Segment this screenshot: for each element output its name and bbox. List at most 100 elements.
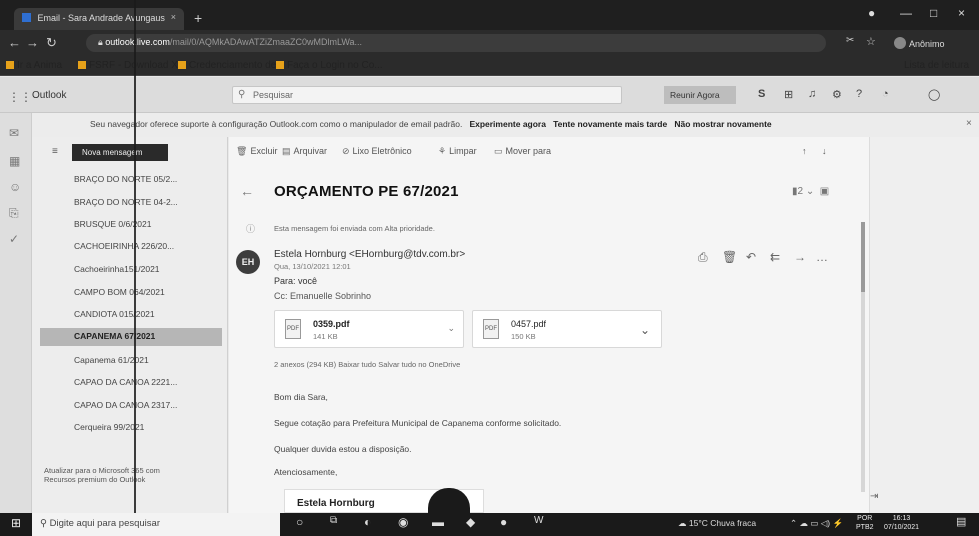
new-message-button[interactable]: Nova mensagem [72, 144, 168, 161]
archive-button[interactable]: ▤ Arquivar [282, 146, 327, 157]
tab-close-icon[interactable]: × [171, 12, 176, 22]
attachment-summary[interactable]: 2 anexos (294 KB) Baixar tudo Salvar tud… [274, 360, 460, 369]
mail-icon[interactable]: ✉ [9, 126, 19, 140]
delete-button[interactable]: 🗑︎ Excluir [236, 146, 277, 157]
folder-item[interactable]: BRAÇO DO NORTE 04-2... [74, 194, 214, 212]
app-icon[interactable]: ◆ [466, 515, 475, 529]
back-arrow-icon[interactable]: ← [8, 35, 21, 50]
outlook-favicon-icon [22, 13, 31, 22]
people-icon[interactable]: ☺ [9, 180, 21, 194]
search-input[interactable]: ⚲ Pesquisar [232, 86, 622, 104]
extension-icon[interactable]: ✂ [846, 35, 854, 46]
folder-item[interactable]: CAMPO BOM 064/2021 [74, 284, 214, 302]
app-name[interactable]: Outlook [32, 90, 66, 101]
windows-logo-icon[interactable]: ⊞ [11, 516, 21, 530]
skype-icon[interactable]: S [758, 88, 765, 100]
edge-icon[interactable]: ◐ [364, 515, 371, 529]
todo-icon[interactable]: ✓ [9, 232, 19, 246]
taskbar-clock[interactable]: 16:13 07/10/2021 [884, 514, 919, 532]
window-profile-icon[interactable]: ● [868, 6, 875, 20]
word-icon[interactable]: W [534, 515, 543, 526]
settings-gear-icon[interactable]: ⚙ [832, 88, 842, 101]
folder-item[interactable]: CANDIOTA 015/2021 [74, 306, 214, 324]
attachment-icon[interactable]: ⎘ [9, 206, 19, 221]
folder-item[interactable]: BRUSQUE 0/6/2021 [74, 216, 214, 234]
weather-widget[interactable]: ☁ 15°C Chuva fraca [678, 518, 756, 529]
sender-avatar[interactable]: EH [236, 250, 260, 274]
banner-text: Seu navegador oferece suporte à configur… [90, 119, 463, 129]
window-close-button[interactable]: × [958, 6, 965, 20]
back-arrow-icon[interactable]: ← [240, 183, 254, 199]
reply-icon[interactable]: ↶ [746, 250, 756, 264]
folder-item[interactable]: Cerqueira 99/2021 [74, 419, 214, 437]
calendar-icon[interactable]: ▦ [9, 154, 20, 168]
folder-item[interactable]: Capanema 61/2021 [74, 352, 214, 370]
folder-item[interactable]: CAPANEMA 67/2021 [40, 328, 222, 346]
language-indicator[interactable]: POR PTB2 [856, 514, 874, 532]
profile-button[interactable]: Anônimo [894, 34, 974, 52]
window-minimize-button[interactable]: — [900, 6, 912, 20]
folder-item[interactable]: BRAÇO DO NORTE 05/2... [74, 171, 214, 189]
previous-message-icon[interactable]: ↑ [802, 146, 807, 156]
move-to-button[interactable]: ▭ Mover para [494, 146, 551, 157]
system-tray-icons[interactable]: ⌃ ☁ ▭ ◁) ⚡ [790, 518, 843, 529]
scrollbar-thumb[interactable] [861, 222, 865, 292]
more-actions-icon[interactable]: … [816, 250, 828, 264]
hamburger-menu-icon[interactable]: ≡ [52, 146, 58, 157]
meet-now-button[interactable]: Reunir Agora [664, 86, 736, 104]
print-message-icon[interactable]: ⎙ [698, 250, 708, 265]
sender-name[interactable]: Estela Hornburg <EHornburg@tdv.com.br> [274, 249, 465, 260]
notification-center-icon[interactable]: ▤ [956, 515, 966, 528]
bookmark-item[interactable]: Faça o Login no Co... [276, 60, 383, 71]
reading-list-button[interactable]: Lista de leitura [904, 60, 969, 71]
account-icon[interactable]: ◯ [928, 88, 940, 101]
right-side-pane [869, 137, 979, 513]
forward-icon[interactable]: → [794, 250, 806, 264]
new-tab-button[interactable]: + [194, 10, 202, 26]
file-explorer-icon[interactable]: ▬ [432, 515, 444, 529]
bookmark-item[interactable]: Ir a Anima [6, 60, 62, 71]
forward-arrow-icon[interactable]: → [26, 35, 39, 50]
folder-item[interactable]: CAPAO DA CANOA 2221... [74, 374, 214, 392]
message-count-badge[interactable]: ▮2 ⌄ ▣ [792, 186, 829, 197]
notifications-icon[interactable]: ♫ [808, 88, 816, 100]
help-icon[interactable]: ? [856, 88, 862, 100]
whats-new-icon[interactable]: ◔ [882, 88, 889, 100]
browser-tab[interactable]: Email - Sara Andrade Avungaus × [14, 8, 184, 30]
banner-never-link[interactable]: Não mostrar novamente [674, 119, 771, 129]
window-maximize-button[interactable]: □ [930, 6, 937, 20]
banner-close-icon[interactable]: × [966, 118, 972, 129]
folder-item[interactable]: CAPAO DA CANOA 2317... [74, 397, 214, 415]
app-icon[interactable]: ● [500, 515, 507, 529]
reload-icon[interactable]: ↻ [46, 35, 57, 51]
premium-promo[interactable]: Atualizar para o Microsoft 365 com Recur… [44, 466, 164, 484]
banner-try-link[interactable]: Experimente agora [469, 119, 546, 129]
chrome-icon[interactable]: ◉ [398, 515, 408, 529]
next-message-icon[interactable]: ↓ [822, 146, 827, 156]
attachment-card[interactable]: PDF 0457.pdf 150 KB [472, 310, 662, 348]
url-path: /mail/0/AQMkADAwATZiZmaaZC0wMDlmLWa... [169, 37, 363, 47]
attachment-card[interactable]: PDF 0359.pdf 141 KB ⌄ [274, 310, 464, 348]
attachment-menu-icon[interactable]: ⌄ [447, 323, 455, 334]
star-icon[interactable]: ☆ [866, 35, 876, 48]
banner-later-link[interactable]: Tente novamente mais tarde [553, 119, 667, 129]
folder-item[interactable]: CACHOEIRINHA 226/20... [74, 238, 214, 256]
reply-all-icon[interactable]: ⇇ [770, 250, 780, 264]
app-launcher-icon[interactable]: ⋮⋮ [8, 90, 32, 104]
print-icon[interactable]: ▣ [820, 186, 829, 197]
delete-message-icon[interactable]: 🗑︎ [722, 250, 737, 264]
teams-icon[interactable]: ⊞ [784, 88, 793, 101]
url-host: outlook.live.com [105, 37, 170, 47]
show-attachments-chevron-icon[interactable]: ⌄ [640, 323, 650, 337]
sweep-button[interactable]: ⚘ Limpar [438, 146, 477, 157]
bookmark-item[interactable]: FSRF - Download X... [78, 60, 186, 71]
junk-button[interactable]: ⊘ Lixo Eletrônico [342, 146, 412, 157]
expand-pane-icon[interactable]: ⇥ [870, 491, 878, 502]
cortana-icon[interactable]: ○ [296, 515, 303, 529]
folder-item[interactable]: Cachoeirinha151/2021 [74, 261, 214, 279]
bookmark-item[interactable]: Credenciamento de... [178, 60, 285, 71]
address-bar[interactable]: 🔒︎ outlook.live.com/mail/0/AQMkADAwATZiZ… [86, 34, 826, 52]
taskbar-search-input[interactable]: ⚲ Digite aqui para pesquisar [32, 513, 280, 536]
task-view-icon[interactable]: ⧉ [330, 515, 337, 526]
pdf-file-icon: PDF [483, 319, 499, 339]
